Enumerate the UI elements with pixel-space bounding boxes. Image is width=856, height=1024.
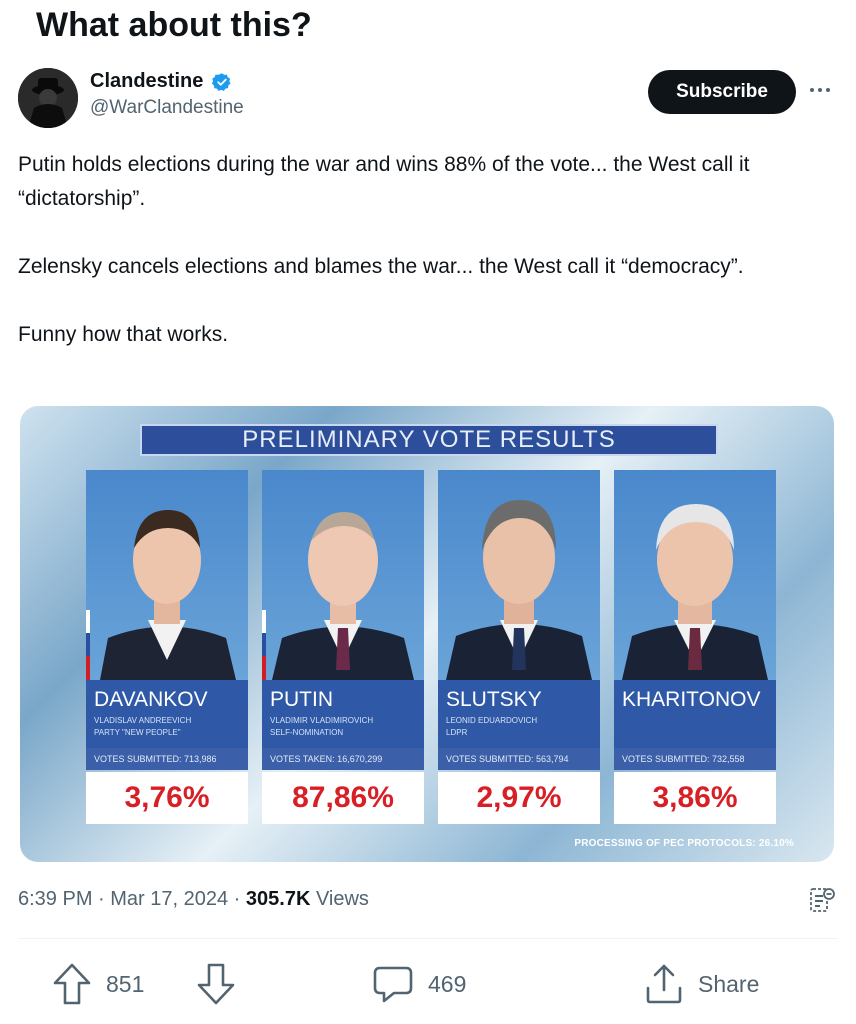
- media-banner: PRELIMINARY VOTE RESULTS: [140, 424, 718, 456]
- views-label: Views: [310, 888, 369, 910]
- author-handle[interactable]: @WarClandestine: [90, 97, 244, 119]
- reply-count: 469: [428, 970, 467, 997]
- candidate-votes: VOTES SUBMITTED: 563,794: [438, 748, 600, 770]
- upvote-button[interactable]: 851: [52, 962, 144, 1006]
- candidate-percentage: 87,86%: [262, 772, 424, 824]
- candidate-percentage: 3,86%: [614, 772, 776, 824]
- verified-badge-icon: [211, 72, 231, 91]
- author-block: Clandestine @WarClandestine: [90, 70, 244, 119]
- candidate-card: SLUTSKY LEONID EDUARDOVICH LDPR: [438, 470, 600, 760]
- candidate-detail: VLADISLAV ANDREEVICH: [94, 716, 192, 725]
- media-banner-text: PRELIMINARY VOTE RESULTS: [242, 426, 616, 453]
- candidate-card: DAVANKOV VLADISLAV ANDREEVICH PARTY "NEW…: [86, 470, 248, 760]
- candidate-name: SLUTSKY: [446, 688, 542, 711]
- reply-icon: [373, 966, 413, 1003]
- candidate-detail: LDPR: [446, 728, 468, 737]
- candidate-votes: VOTES TAKEN: 16,670,299: [262, 748, 424, 770]
- downvote-button[interactable]: [196, 962, 236, 1006]
- candidate-detail: LEONID EDUARDOVICH: [446, 716, 538, 725]
- post-paragraph: Funny how that works.: [18, 323, 229, 346]
- share-icon: [646, 964, 682, 1004]
- post-paragraph: Putin holds elections during the war and…: [18, 153, 750, 210]
- candidate-detail: SELF-NOMINATION: [270, 728, 344, 737]
- candidate-name: DAVANKOV: [94, 688, 208, 711]
- share-label: Share: [698, 970, 760, 997]
- candidate-photo: [438, 470, 600, 680]
- caption: What about this?: [36, 6, 312, 44]
- upvote-count: 851: [106, 970, 145, 997]
- candidate-photo: [86, 470, 248, 680]
- analytics-icon[interactable]: [808, 886, 836, 916]
- candidate-name: KHARITONOV: [622, 688, 761, 711]
- candidate-percentage: 3,76%: [86, 772, 248, 824]
- post-timestamp[interactable]: 6:39 PM · Mar 17, 2024 ·: [18, 888, 246, 910]
- candidate-card: PUTIN VLADIMIR VLADIMIROVICH SELF-NOMINA…: [262, 470, 424, 760]
- candidate-name: PUTIN: [270, 688, 333, 711]
- candidate-card: KHARITONOV: [614, 470, 776, 760]
- candidate-votes: VOTES SUBMITTED: 732,558: [614, 748, 776, 770]
- post-meta: 6:39 PM · Mar 17, 2024 · 305.7K Views: [18, 888, 369, 911]
- post-paragraph: Zelensky cancels elections and blames th…: [18, 255, 744, 278]
- candidate-votes: VOTES SUBMITTED: 713,986: [86, 748, 248, 770]
- post-text: Putin holds elections during the war and…: [18, 148, 838, 386]
- divider: [18, 938, 838, 939]
- reply-button[interactable]: 469: [372, 962, 466, 1006]
- candidate-percentage: 2,97%: [438, 772, 600, 824]
- subscribe-button[interactable]: Subscribe: [648, 70, 796, 114]
- post-header: Clandestine @WarClandestine Subscribe: [18, 68, 838, 128]
- candidate-detail: VLADIMIR VLADIMIROVICH: [270, 716, 374, 725]
- upvote-icon: [53, 963, 91, 1005]
- author-name[interactable]: Clandestine: [90, 70, 203, 93]
- processing-footer: PROCESSING OF PEC PROTOCOLS: 26.10%: [574, 838, 794, 849]
- candidate-photo: [614, 470, 776, 680]
- avatar[interactable]: [18, 68, 78, 128]
- action-bar: 851 469 Share: [0, 954, 856, 1014]
- candidate-detail: PARTY "NEW PEOPLE": [94, 728, 181, 737]
- downvote-icon: [197, 963, 235, 1005]
- post-image[interactable]: PRELIMINARY VOTE RESULTS DAVANKOV VLADIS…: [20, 406, 834, 862]
- views-count: 305.7K: [245, 888, 311, 910]
- more-icon[interactable]: [806, 80, 834, 100]
- candidate-photo: [262, 470, 424, 680]
- share-button[interactable]: Share: [644, 962, 759, 1006]
